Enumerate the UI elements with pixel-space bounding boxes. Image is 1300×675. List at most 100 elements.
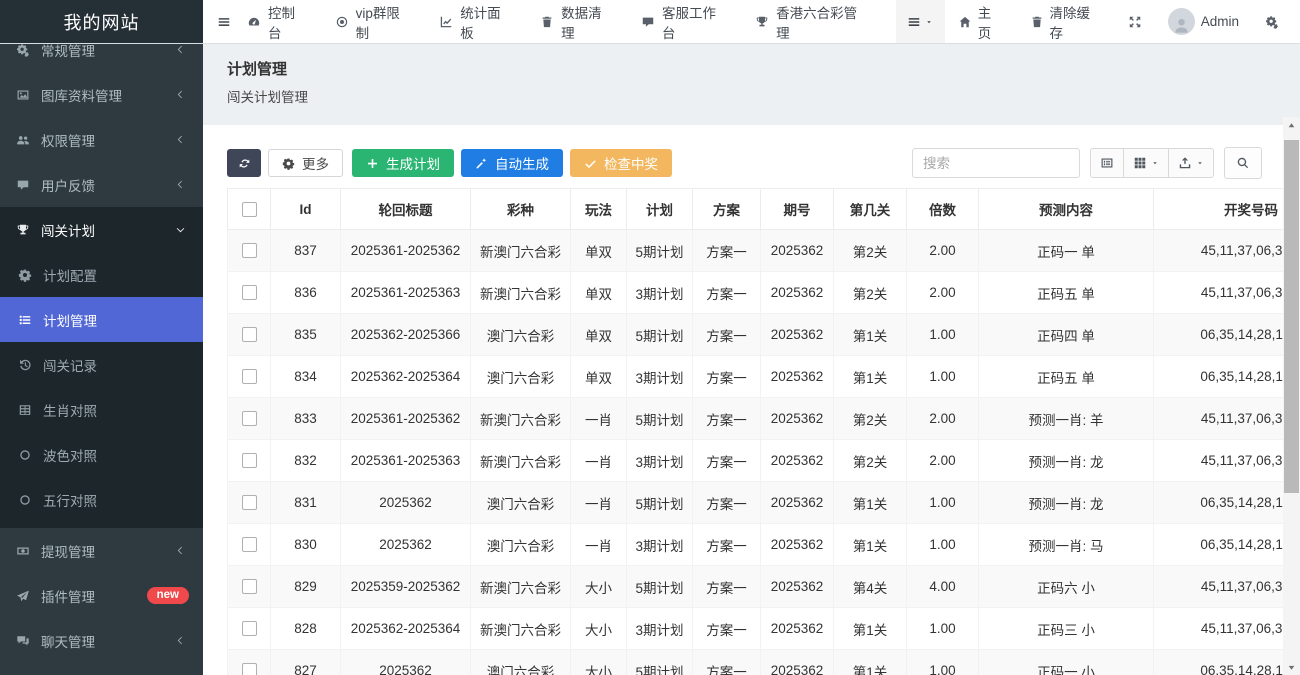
navbar-item-vip-group-limit[interactable]: vip群限制 [335,2,413,42]
navbar-item-support-workbench[interactable]: 客服工作台 [641,2,728,42]
column-header: 轮回标题 [341,189,471,230]
home-button[interactable]: 主页 [945,0,1017,43]
navbar-item-stats-panel[interactable]: 统计面板 [439,2,513,42]
checkbox-cell [228,272,271,314]
refresh-button[interactable] [227,149,261,177]
table-cell: 2.00 [907,440,979,482]
navbar-item-console[interactable]: 控制台 [247,2,308,42]
table-cell: 正码五 单 [979,356,1154,398]
scrollbar-thumb[interactable] [1284,140,1299,493]
table-cell: 第1关 [834,314,907,356]
table-cell: 1.00 [907,482,979,524]
sidebar-item-wave-color-map[interactable]: 波色对照 [0,432,203,477]
row-checkbox[interactable] [242,243,257,258]
chevron-left-icon [172,44,189,55]
table-cell: 06,35,14,28,16,3 [1154,482,1300,524]
columns-button[interactable] [1124,148,1169,178]
row-checkbox[interactable] [242,411,257,426]
column-header: Id [271,189,341,230]
table-cell: 1.00 [907,314,979,356]
generate-plan-button[interactable]: 生成计划 [352,149,454,177]
row-checkbox[interactable] [242,579,257,594]
table-cell: 第4关 [834,566,907,608]
navbar-item-hk-lottery-manage[interactable]: 香港六合彩管理 [755,2,869,42]
row-checkbox[interactable] [242,285,257,300]
check-winning-button[interactable]: 检查中奖 [570,149,672,177]
settings-button[interactable] [1252,0,1292,43]
search-button[interactable] [1224,147,1262,179]
table-cell: 45,11,37,06,30,0 [1154,440,1300,482]
table-cell: 2025362 [761,230,834,272]
column-header: 方案 [693,189,761,230]
table-cell: 2025361-2025363 [341,272,471,314]
table-cell: 单双 [571,230,627,272]
chevron-down-icon [172,224,189,235]
gear-icon [282,157,295,170]
sidebar-toggle-icon[interactable] [203,15,247,29]
navbar-item-data-clean[interactable]: 数据清理 [540,2,614,42]
table-icon [17,403,33,417]
table-cell: 2025362 [761,482,834,524]
table-cell: 5期计划 [627,314,693,356]
money-icon [14,544,31,558]
search-input[interactable] [912,148,1080,178]
clear-cache-button[interactable]: 清除缓存 [1017,0,1115,43]
scroll-up-arrow[interactable] [1283,117,1300,133]
auto-generate-button[interactable]: 自动生成 [461,149,563,177]
table-cell: 827 [271,650,341,675]
column-header: 彩种 [471,189,571,230]
sidebar-item-challenge-record[interactable]: 闯关记录 [0,342,203,387]
table-cell: 大小 [571,566,627,608]
sidebar-item-plan-config[interactable]: 计划配置 [0,252,203,297]
table-cell: 方案一 [693,356,761,398]
column-header: 玩法 [571,189,627,230]
table-cell: 828 [271,608,341,650]
scroll-down-arrow[interactable] [1283,659,1300,675]
table-cell: 3期计划 [627,608,693,650]
table-row: 8342025362-2025364澳门六合彩单双3期计划方案一2025362第… [228,356,1300,398]
sidebar-item-challenge-plan[interactable]: 闯关计划 [0,207,203,252]
sidebar-item-gallery-manage[interactable]: 图库资料管理 [0,72,203,117]
row-checkbox[interactable] [242,453,257,468]
row-checkbox[interactable] [242,495,257,510]
more-button[interactable]: 更多 [268,149,343,177]
vertical-scrollbar[interactable] [1283,117,1300,675]
toggle-view-button[interactable] [1090,148,1124,178]
table-cell: 新澳门六合彩 [471,608,571,650]
sidebar-item-plan-manage[interactable]: 计划管理 [0,297,203,342]
sidebar-item-zodiac-map[interactable]: 生肖对照 [0,387,203,432]
chevron-left-icon [172,179,189,190]
table-cell: 2.00 [907,272,979,314]
circle-icon [17,493,33,507]
table-row: 8352025362-2025366澳门六合彩单双5期计划方案一2025362第… [228,314,1300,356]
sidebar-item-general-manage[interactable]: 常规管理 [0,43,203,72]
column-header: 倍数 [907,189,979,230]
table-cell: 预测一肖: 龙 [979,482,1154,524]
sidebar-item-user-feedback[interactable]: 用户反馈 [0,162,203,207]
sidebar-item-permission-manage[interactable]: 权限管理 [0,117,203,162]
quick-menu-dropdown[interactable] [896,0,945,43]
table-cell: 第2关 [834,398,907,440]
page-title: 计划管理 [227,58,1300,79]
table-cell: 第1关 [834,650,907,675]
fullscreen-button[interactable] [1115,0,1155,43]
sidebar-item-plugin-manage[interactable]: 插件管理new [0,573,203,618]
user-menu[interactable]: Admin [1155,0,1252,43]
checkbox-cell [228,314,271,356]
row-checkbox[interactable] [242,537,257,552]
sidebar-item-chat-manage[interactable]: 聊天管理 [0,618,203,663]
row-checkbox[interactable] [242,621,257,636]
sidebar-item-five-element-map[interactable]: 五行对照 [0,477,203,522]
row-checkbox[interactable] [242,369,257,384]
table-cell: 2025362 [761,524,834,566]
export-button[interactable] [1169,148,1214,178]
row-checkbox[interactable] [242,663,257,675]
select-all-checkbox[interactable] [242,202,257,217]
history-icon [17,358,33,372]
table-cell: 2025362-2025366 [341,314,471,356]
table-row: 8302025362澳门六合彩一肖3期计划方案一2025362第1关1.00预测… [228,524,1300,566]
sidebar-item-withdraw-manage[interactable]: 提现管理 [0,528,203,573]
table-cell: 2025362 [761,650,834,675]
sidebar-item-member-manage[interactable]: 会员管理 [0,663,203,675]
row-checkbox[interactable] [242,327,257,342]
